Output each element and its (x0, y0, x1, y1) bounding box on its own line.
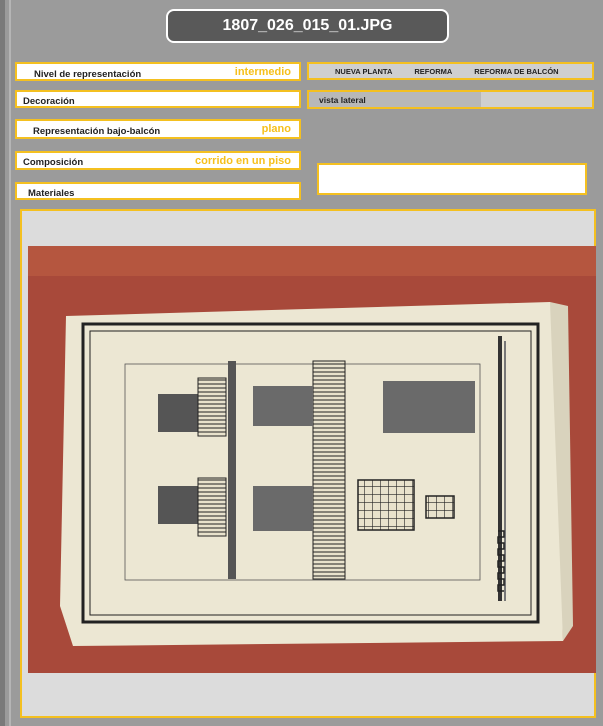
field-label: Nivel de representación (34, 69, 142, 80)
file-title: 1807_026_015_01.JPG (166, 9, 449, 43)
left-border (0, 0, 5, 726)
view-label: vista lateral (319, 95, 366, 105)
field-label: Composición (23, 157, 84, 168)
architectural-drawing-image (28, 246, 596, 673)
tab-reforma-de-balcon[interactable]: REFORMA DE BALCÓN (474, 67, 558, 76)
field-representacion-bajo-balcon[interactable]: Representación bajo-balcón plano (15, 119, 301, 139)
field-label: Representación bajo-balcón (33, 126, 161, 137)
category-tabs: NUEVA PLANTA REFORMA REFORMA DE BALCÓN (307, 62, 594, 80)
tab-reforma[interactable]: REFORMA (414, 67, 452, 76)
field-label: Decoración (23, 96, 75, 107)
field-value: plano (261, 123, 291, 135)
field-value: intermedio (234, 66, 291, 78)
notes-field[interactable] (317, 163, 587, 195)
field-composicion[interactable]: Composición corrido en un piso (15, 151, 301, 170)
field-materiales[interactable]: Materiales (15, 182, 301, 200)
left-border-inner (9, 0, 11, 726)
photo-drawing (28, 246, 596, 673)
field-nivel-representacion[interactable]: Nivel de representación intermedio (15, 62, 301, 81)
field-value: corrido en un piso (195, 155, 291, 167)
tab-nueva-planta[interactable]: NUEVA PLANTA (335, 67, 392, 76)
field-label: Materiales (28, 188, 75, 199)
image-panel (20, 209, 596, 718)
field-decoracion[interactable]: Decoración (15, 90, 301, 108)
view-selector[interactable]: vista lateral (307, 90, 594, 109)
